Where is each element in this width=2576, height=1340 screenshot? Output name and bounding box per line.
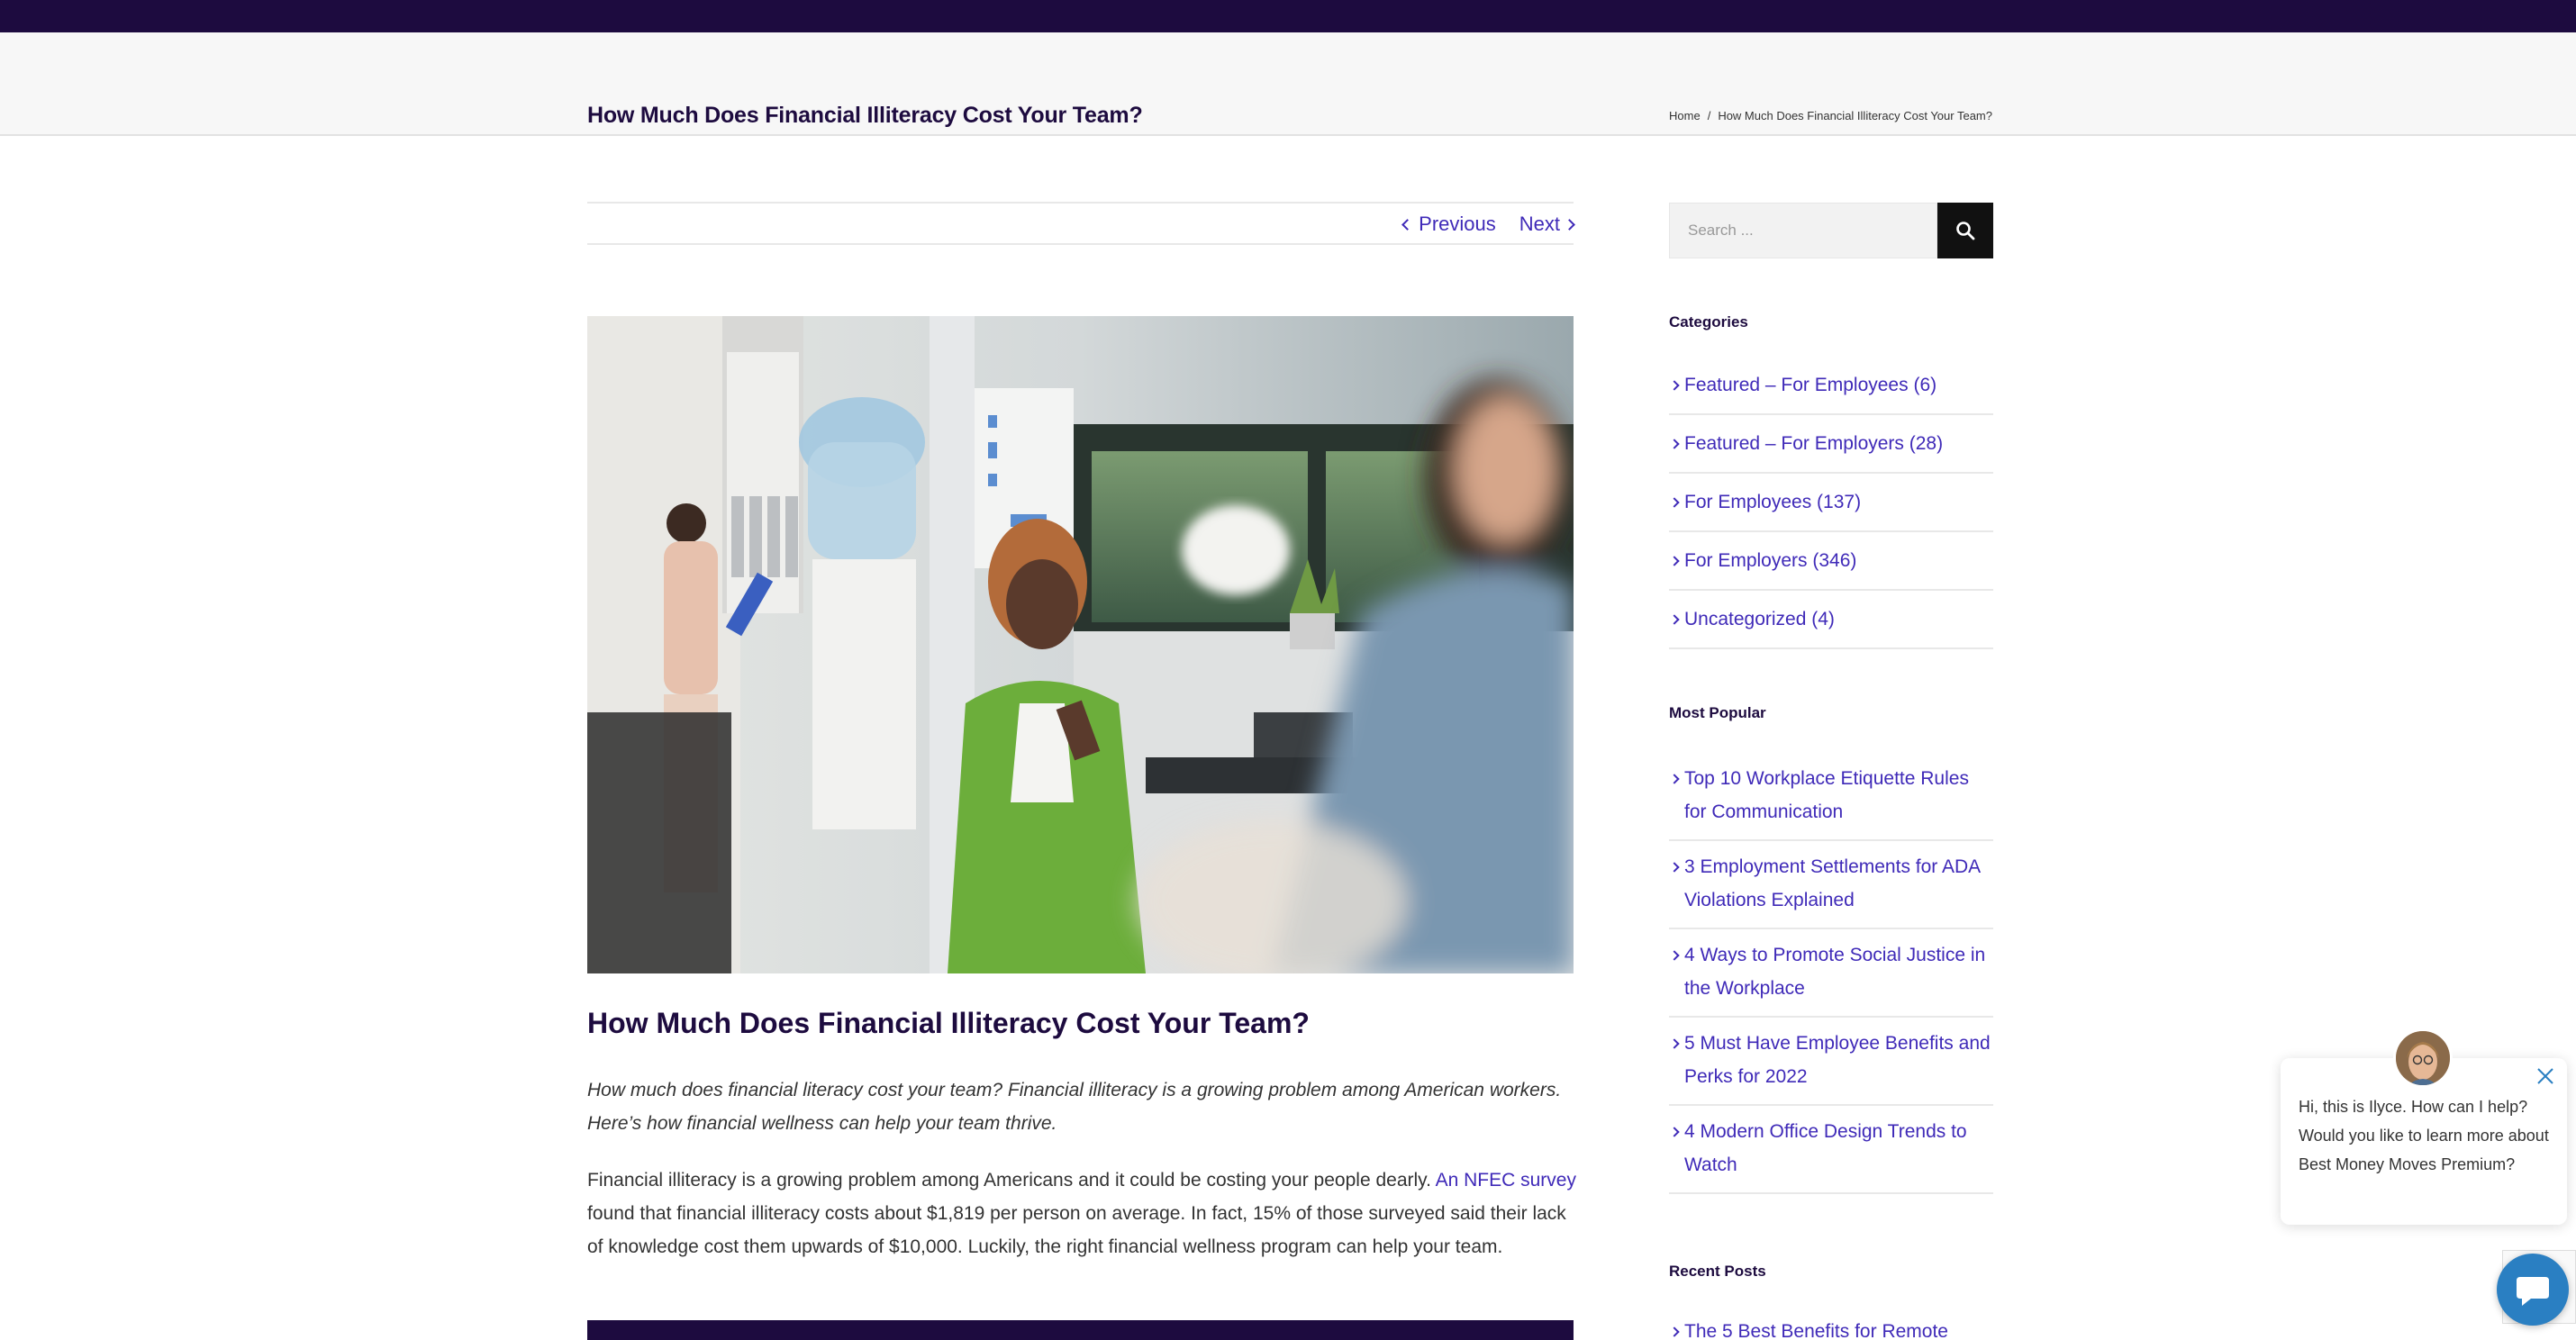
chat-icon: [2517, 1277, 2549, 1306]
paragraph-text-1: Financial illiteracy is a growing proble…: [587, 1170, 1436, 1191]
breadcrumb: Home / How Much Does Financial Illiteracy …: [1669, 109, 1992, 122]
recent-posts-heading: Recent Posts: [1669, 1263, 1766, 1280]
chevron-right-icon: [1669, 439, 1680, 449]
previous-post-link[interactable]: Previous: [1401, 213, 1496, 236]
recent-label: The 5 Best Benefits for Remote: [1684, 1321, 1948, 1340]
page-title: How Much Does Financial Illiteracy Cost …: [587, 103, 1143, 128]
popular-item[interactable]: 5 Must Have Employee Benefits and Perks …: [1669, 1018, 1993, 1106]
recent-item[interactable]: The 5 Best Benefits for Remote: [1669, 1306, 1993, 1340]
popular-item[interactable]: 4 Modern Office Design Trends to Watch: [1669, 1106, 1993, 1194]
categories-list: Featured – For Employees (6) Featured – …: [1669, 357, 1993, 649]
popular-item[interactable]: Top 10 Workplace Etiquette Rules for Com…: [1669, 753, 1993, 841]
chevron-right-icon: [1669, 1127, 1680, 1137]
category-label: For Employees (137): [1684, 491, 1862, 512]
popular-label: 4 Modern Office Design Trends to Watch: [1684, 1121, 1967, 1175]
search-button[interactable]: [1937, 203, 1993, 258]
category-item[interactable]: Featured – For Employers (28): [1669, 415, 1993, 474]
most-popular-heading: Most Popular: [1669, 704, 1766, 721]
next-post-link[interactable]: Next: [1519, 213, 1575, 236]
category-label: For Employers (346): [1684, 549, 1857, 571]
breadcrumb-separator: /: [1707, 109, 1711, 122]
avatar-portrait: [2396, 1031, 2450, 1085]
popular-label: 4 Ways to Promote Social Justice in the …: [1684, 945, 1986, 999]
search-input[interactable]: [1669, 203, 1937, 258]
breadcrumb-current: How Much Does Financial Illiteracy Cost …: [1718, 109, 1992, 122]
chat-message: Hi, this is Ilyce. How can I help? Would…: [2299, 1098, 2549, 1173]
category-label: Uncategorized (4): [1684, 608, 1835, 629]
breadcrumb-home-link[interactable]: Home: [1669, 109, 1701, 122]
chevron-right-icon: [1669, 950, 1680, 961]
chat-agent-avatar: [2393, 1028, 2453, 1088]
chat-launcher-button[interactable]: [2497, 1254, 2569, 1326]
sidebar-search: [1669, 203, 1993, 258]
category-item[interactable]: For Employees (137): [1669, 474, 1993, 532]
chevron-right-icon: [1564, 218, 1575, 231]
popular-item[interactable]: 4 Ways to Promote Social Justice in the …: [1669, 929, 1993, 1018]
category-item[interactable]: Uncategorized (4): [1669, 591, 1993, 649]
featured-image: [587, 316, 1574, 973]
article-title: How Much Does Financial Illiteracy Cost …: [587, 1007, 1310, 1039]
categories-heading: Categories: [1669, 313, 1748, 330]
chevron-right-icon: [1669, 556, 1680, 566]
close-icon: [2537, 1068, 2553, 1084]
recent-posts-list: The 5 Best Benefits for Remote: [1669, 1306, 1993, 1340]
popular-label: 3 Employment Settlements for ADA Violati…: [1684, 856, 1980, 910]
search-icon: [1956, 222, 1975, 240]
popular-label: Top 10 Workplace Etiquette Rules for Com…: [1684, 768, 1969, 822]
category-label: Featured – For Employers (28): [1684, 432, 1944, 454]
chat-close-button[interactable]: [2535, 1066, 2555, 1086]
chevron-right-icon: [1669, 862, 1680, 873]
chevron-right-icon: [1669, 497, 1680, 508]
chevron-right-icon: [1669, 614, 1680, 625]
chevron-right-icon: [1669, 380, 1680, 391]
office-photo-illustration: [587, 316, 1574, 973]
post-navigation: Previous Next: [587, 202, 1575, 245]
chevron-right-icon: [1669, 1038, 1680, 1049]
most-popular-list: Top 10 Workplace Etiquette Rules for Com…: [1669, 753, 1993, 1194]
page-title-bar: How Much Does Financial Illiteracy Cost …: [0, 32, 2576, 136]
chevron-right-icon: [1669, 1326, 1680, 1337]
content-banner-edge: [587, 1320, 1574, 1340]
chevron-right-icon: [1669, 774, 1680, 784]
nfec-survey-link[interactable]: An NFEC survey: [1436, 1170, 1576, 1191]
article-lead: How much does financial literacy cost yo…: [587, 1080, 1562, 1134]
category-item[interactable]: Featured – For Employees (6): [1669, 357, 1993, 415]
popular-label: 5 Must Have Employee Benefits and Perks …: [1684, 1033, 1991, 1087]
paragraph-text-2: found that financial illiteracy costs ab…: [587, 1203, 1566, 1257]
next-label: Next: [1519, 213, 1560, 235]
popular-item[interactable]: 3 Employment Settlements for ADA Violati…: [1669, 841, 1993, 929]
category-item[interactable]: For Employers (346): [1669, 532, 1993, 591]
article-paragraph: Financial illiteracy is a growing proble…: [587, 1163, 1578, 1263]
previous-label: Previous: [1419, 213, 1496, 235]
chevron-left-icon: [1401, 218, 1414, 231]
top-bar: [0, 0, 2576, 32]
category-label: Featured – For Employees (6): [1684, 374, 1937, 395]
